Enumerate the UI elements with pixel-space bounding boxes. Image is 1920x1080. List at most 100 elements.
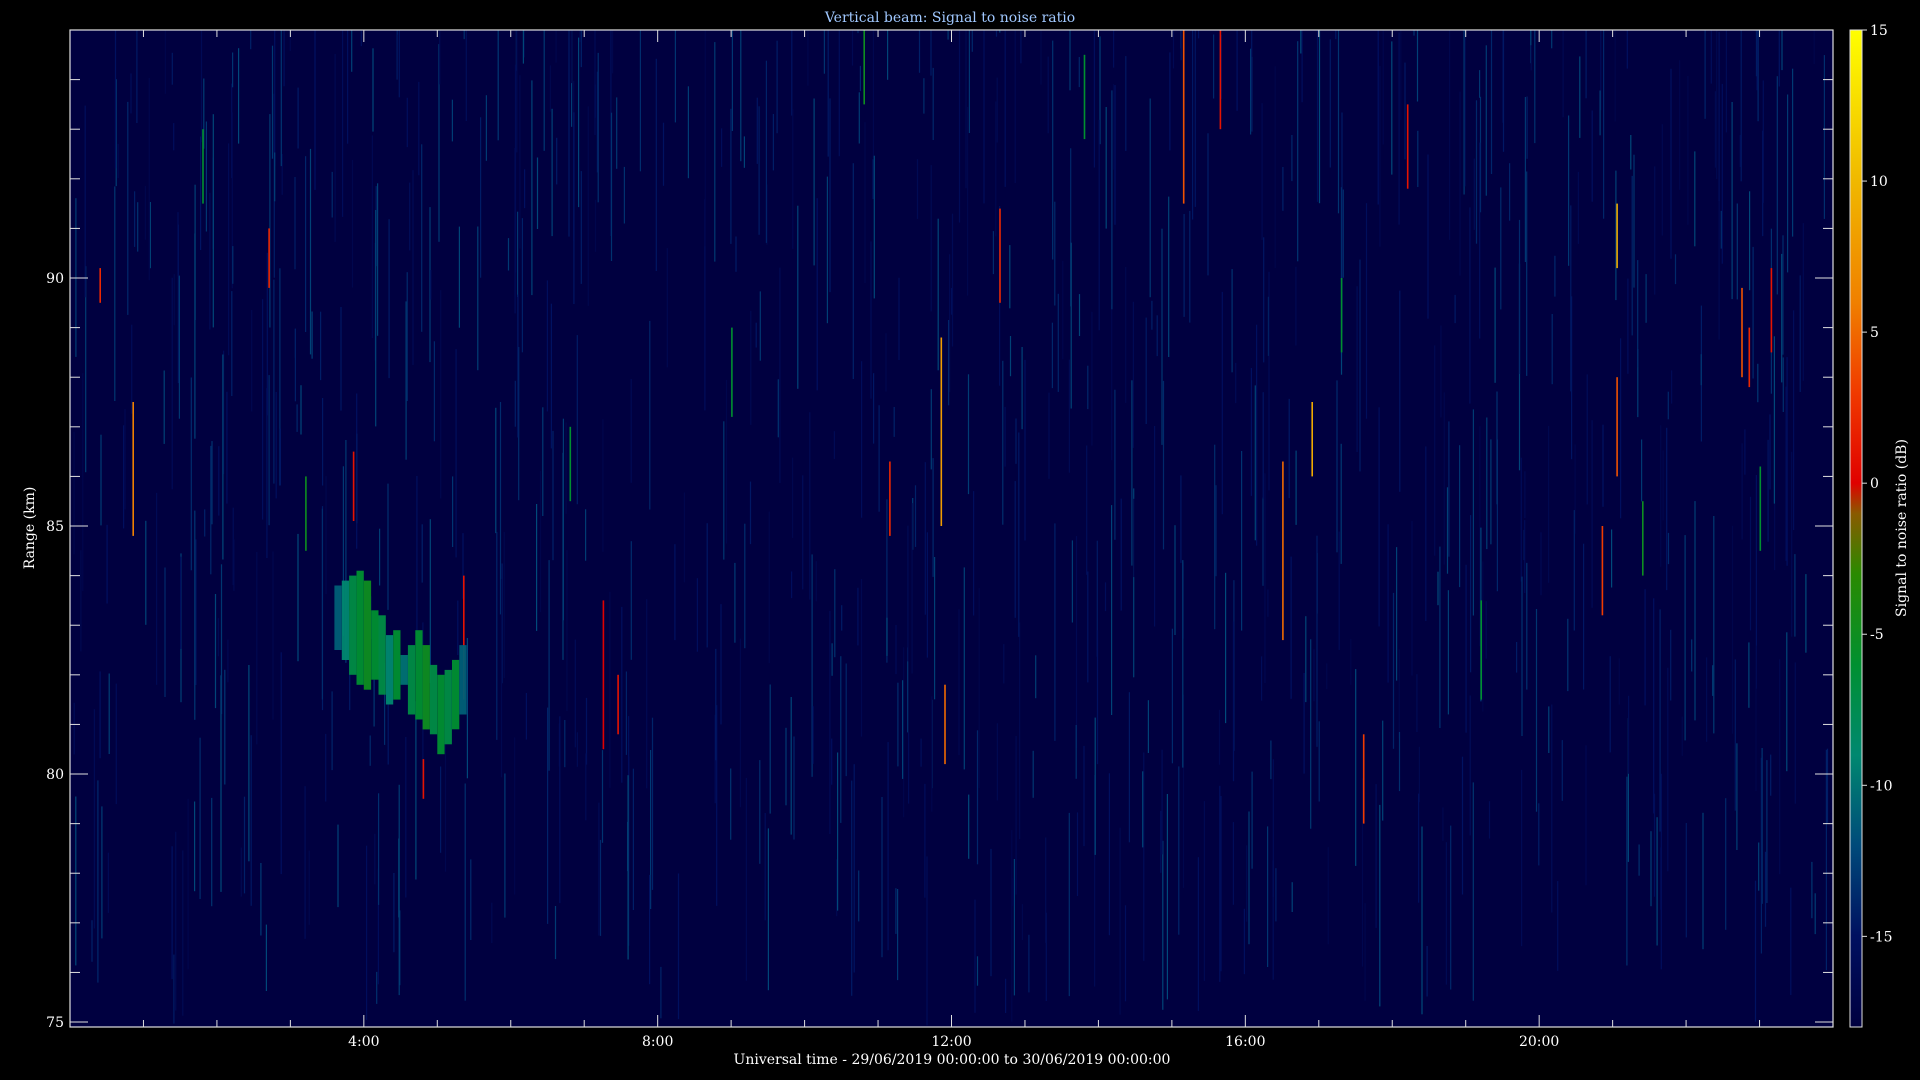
noise-streak: [1051, 322, 1053, 389]
noise-streak: [1398, 32, 1400, 225]
noise-streak: [978, 588, 980, 789]
noise-streak: [1459, 445, 1461, 588]
noise-streak: [1142, 771, 1144, 848]
noise-streak: [947, 30, 949, 40]
noise-streak: [1449, 30, 1451, 240]
noise-streak: [470, 859, 472, 940]
noise-streak: [1161, 749, 1163, 855]
noise-streak: [1448, 421, 1450, 557]
noise-streak: [1297, 41, 1299, 262]
noise-streak: [1684, 535, 1686, 741]
noise-streak: [858, 870, 860, 922]
noise-streak: [1111, 505, 1113, 715]
noise-streak: [1305, 616, 1307, 703]
noise-streak: [1712, 665, 1714, 696]
noise-streak: [378, 793, 380, 905]
noise-streak: [1500, 187, 1502, 310]
noise-streak: [1561, 740, 1563, 801]
noise-streak: [562, 418, 564, 621]
noise-streak: [1251, 56, 1253, 132]
y-tick-label: 85: [46, 519, 64, 535]
noise-streak: [1516, 642, 1518, 673]
noise-streak: [1213, 34, 1215, 99]
noise-streak: [522, 30, 524, 64]
noise-streak: [1609, 656, 1611, 753]
noise-streak: [130, 73, 132, 114]
noise-streak: [1661, 124, 1663, 236]
noise-streak: [205, 121, 207, 232]
noise-streak: [971, 30, 973, 52]
noise-streak: [440, 290, 442, 499]
noise-streak: [195, 539, 197, 685]
noise-streak: [393, 873, 395, 953]
noise-streak: [1814, 893, 1816, 935]
noise-streak: [325, 733, 327, 802]
noise-streak: [1404, 62, 1406, 160]
noise-streak: [1447, 590, 1449, 715]
noise-streak: [1740, 30, 1742, 182]
noise-streak: [280, 30, 282, 167]
noise-streak: [1714, 91, 1716, 168]
noise-streak: [1291, 135, 1293, 182]
noise-streak: [1702, 812, 1704, 950]
noise-streak: [924, 783, 926, 898]
noise-streak: [1356, 286, 1358, 452]
noise-streak: [965, 30, 967, 189]
noise-streak: [1035, 655, 1037, 699]
noise-streak: [273, 279, 275, 484]
noise-streak: [1764, 851, 1767, 927]
noise-streak: [1290, 556, 1292, 699]
noise-streak: [958, 609, 960, 756]
chart-title: Vertical beam: Signal to noise ratio: [824, 10, 1075, 26]
noise-streak: [1040, 30, 1042, 85]
noise-streak: [1268, 271, 1270, 491]
noise-streak: [1520, 457, 1522, 582]
colorbar-tick-label: 5: [1870, 325, 1879, 341]
noise-streak: [1749, 191, 1751, 291]
noise-streak: [920, 738, 922, 767]
noise-streak: [137, 202, 139, 252]
noise-streak: [870, 241, 872, 399]
echo-cell: [349, 575, 357, 675]
noise-streak: [772, 114, 774, 171]
noise-streak: [831, 643, 833, 676]
y-tick-label: 75: [46, 1015, 64, 1031]
noise-streak: [405, 737, 407, 898]
noise-streak: [1627, 278, 1629, 374]
noise-streak: [251, 310, 253, 412]
noise-streak: [1760, 757, 1762, 954]
noise-streak: [1078, 294, 1081, 336]
noise-streak: [1660, 425, 1662, 567]
noise-streak: [320, 311, 322, 381]
noise-streak: [1364, 903, 1366, 1001]
noise-streak: [813, 98, 815, 266]
noise-streak: [1603, 30, 1605, 219]
echo-streak: [602, 600, 605, 750]
noise-streak: [398, 30, 400, 98]
noise-streak: [396, 30, 398, 80]
noise-streak: [457, 600, 459, 656]
noise-streak: [496, 532, 498, 740]
noise-streak: [1535, 609, 1538, 812]
noise-streak: [1659, 609, 1661, 832]
noise-streak: [1048, 392, 1050, 479]
echo-streak: [1219, 30, 1222, 130]
noise-streak: [1256, 324, 1258, 546]
noise-streak: [576, 732, 578, 767]
noise-streak: [297, 533, 299, 662]
noise-streak: [1674, 254, 1677, 285]
echo-cell: [400, 655, 408, 685]
plot-area: 4:00 8:00 12:00 16:00 20:00 75 80 85 90: [46, 29, 1834, 1050]
noise-streak: [222, 354, 224, 560]
noise-streak: [1131, 380, 1133, 566]
noise-streak: [662, 122, 665, 186]
noise-streak: [968, 30, 970, 133]
x-tick-label: 12:00: [931, 1034, 971, 1050]
noise-streak: [1003, 644, 1005, 684]
noise-streak: [1411, 521, 1413, 676]
noise-streak: [1251, 771, 1253, 869]
noise-streak: [1250, 368, 1252, 496]
noise-streak: [228, 143, 230, 356]
noise-streak: [1813, 30, 1815, 64]
noise-streak: [1799, 275, 1801, 392]
